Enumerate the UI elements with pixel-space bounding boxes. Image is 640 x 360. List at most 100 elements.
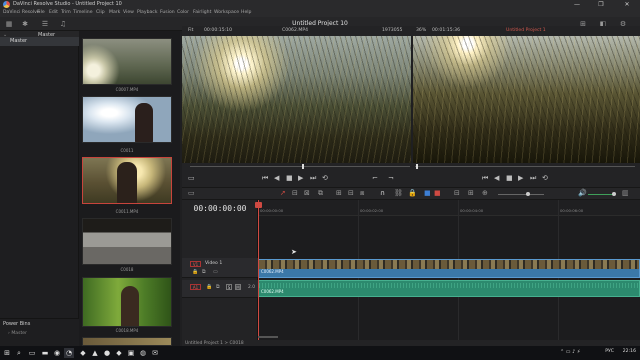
flag-icon[interactable]: ■ xyxy=(424,189,431,197)
clip-thumbnail[interactable] xyxy=(82,218,172,265)
solo-button[interactable]: S xyxy=(226,284,232,290)
play-reverse-icon[interactable]: ◀ xyxy=(274,174,279,182)
video-track-tag[interactable]: V1 xyxy=(190,261,201,267)
power-bins-item-master[interactable]: › Master xyxy=(8,331,27,336)
app-icon[interactable]: ◆ xyxy=(78,348,88,358)
skip-end-icon[interactable]: ⏭ xyxy=(310,174,316,183)
bin-item-master[interactable]: Master xyxy=(0,37,79,46)
video-track-name[interactable]: Video 1 xyxy=(205,261,222,266)
minimize-button[interactable]: — xyxy=(568,0,586,9)
timeline-name[interactable]: Untitled Project 1 xyxy=(506,26,546,36)
timeline-scrollbar[interactable] xyxy=(258,336,278,338)
custom-zoom-icon[interactable]: ⊕ xyxy=(482,189,488,197)
zoom-slider-knob[interactable] xyxy=(526,192,530,196)
insert-clip-icon[interactable]: ⊞ xyxy=(336,189,342,197)
video-clip[interactable]: C0062.MP4 xyxy=(258,259,640,278)
mark-out-icon[interactable]: ¬ xyxy=(388,174,394,182)
file-explorer-icon[interactable]: ▬ xyxy=(40,348,50,358)
dynamic-trim-icon[interactable]: ⊠ xyxy=(304,189,310,197)
loop-icon[interactable]: ⟲ xyxy=(322,174,328,182)
tl-loop-icon[interactable]: ⟲ xyxy=(542,174,548,182)
mark-in-icon[interactable]: ⌐ xyxy=(372,174,378,182)
clip-thumbnail-selected[interactable] xyxy=(82,157,172,204)
task-view-icon[interactable]: ▭ xyxy=(27,348,37,358)
app-icon[interactable]: ▣ xyxy=(126,348,136,358)
lock-icon[interactable]: 🔒 xyxy=(192,269,198,275)
mute-button[interactable]: M xyxy=(235,284,241,290)
snapping-icon[interactable]: ∩ xyxy=(380,189,385,197)
overwrite-clip-icon[interactable]: ⊟ xyxy=(348,189,354,197)
tl-skip-start-icon[interactable]: ⏮ xyxy=(482,174,488,183)
menu-fairlight[interactable]: Fairlight xyxy=(193,9,211,17)
menu-view[interactable]: View xyxy=(123,9,134,17)
volume-knob[interactable] xyxy=(612,192,616,196)
marker-icon[interactable]: ■ xyxy=(434,189,441,197)
app-icon[interactable]: ● xyxy=(102,348,112,358)
app-icon[interactable]: ✉ xyxy=(150,348,160,358)
effects-icon[interactable]: ✱ xyxy=(20,19,30,29)
playhead-handle[interactable] xyxy=(255,202,262,208)
menu-timeline[interactable]: Timeline xyxy=(73,9,93,17)
menu-workspace[interactable]: Workspace xyxy=(214,9,239,17)
source-playhead[interactable] xyxy=(302,164,304,169)
source-clip-name[interactable]: C0062.MP4 xyxy=(282,26,308,36)
zoom-left[interactable]: Fit xyxy=(188,26,193,36)
windows-start-icon[interactable]: ⊞ xyxy=(2,348,12,358)
timeline-ruler[interactable]: 00:00:00:00 00:00:02:00 00:00:04:00 00:0… xyxy=(258,200,640,216)
volume-slider[interactable] xyxy=(588,194,614,195)
menu-mark[interactable]: Mark xyxy=(109,9,120,17)
menu-help[interactable]: Help xyxy=(241,9,251,17)
audio-track-tag[interactable]: A1 xyxy=(190,284,201,290)
timeline-viewer[interactable] xyxy=(413,36,640,163)
full-extent-zoom-icon[interactable]: ⊟ xyxy=(454,189,460,197)
auto-select-icon[interactable]: ⧉ xyxy=(216,284,220,290)
timeline-playhead[interactable] xyxy=(255,200,262,340)
monitor-icon[interactable]: ▭ xyxy=(213,269,218,275)
timeline-playhead-mini[interactable] xyxy=(416,164,418,169)
menu-color[interactable]: Color xyxy=(177,9,189,17)
zoom-slider[interactable] xyxy=(498,194,544,195)
position-lock-icon[interactable]: 🔒 xyxy=(408,189,417,197)
search-icon[interactable]: ⌕ xyxy=(14,348,24,358)
davinci-taskbar-icon[interactable]: ◔ xyxy=(64,348,74,358)
source-scrubber[interactable] xyxy=(190,166,410,167)
detail-zoom-icon[interactable]: ⊞ xyxy=(468,189,474,197)
tl-skip-end-icon[interactable]: ⏭ xyxy=(530,174,536,183)
audio-clip[interactable]: C0062.MP4 xyxy=(258,280,640,297)
app-icon[interactable]: ◆ xyxy=(114,348,124,358)
video-track-header[interactable]: V1 Video 1 🔒 ⧉ ▭ xyxy=(182,258,258,278)
clip-thumbnail[interactable] xyxy=(82,96,172,143)
clip-view-icon[interactable]: ▭ xyxy=(188,174,195,182)
menu-clip[interactable]: Clip xyxy=(96,9,105,17)
lock-icon[interactable]: 🔒 xyxy=(206,284,212,290)
timeline-view-icon[interactable]: ▭ xyxy=(188,189,195,197)
audio-meter-icon[interactable]: ▥ xyxy=(622,189,629,197)
linked-selection-icon[interactable]: ⛓ xyxy=(394,189,403,197)
clip-thumbnail[interactable] xyxy=(82,277,172,327)
clock[interactable]: 22:16 xyxy=(623,349,636,354)
clip-thumbnail[interactable] xyxy=(82,337,172,346)
speaker-icon[interactable]: 🔊 xyxy=(578,189,587,197)
tl-play-reverse-icon[interactable]: ◀ xyxy=(494,174,499,182)
audio-track-header[interactable]: A1 🔒 ⧉ S M 2.0 xyxy=(182,280,258,298)
language-indicator[interactable]: РУС xyxy=(605,349,614,354)
sound-library-icon[interactable]: ♫ xyxy=(58,19,68,29)
app-icon[interactable]: ▲ xyxy=(90,348,100,358)
maximize-button[interactable]: ❐ xyxy=(592,0,610,9)
edit-index-icon[interactable]: ☰ xyxy=(40,19,50,29)
replace-clip-icon[interactable]: ⧈ xyxy=(360,189,364,198)
menu-fusion[interactable]: Fusion xyxy=(160,9,175,17)
app-icon[interactable]: ◍ xyxy=(138,348,148,358)
zoom-right[interactable]: 36% xyxy=(416,26,426,36)
stop-icon[interactable]: ■ xyxy=(286,174,293,182)
blade-tool-icon[interactable]: ⧉ xyxy=(318,189,323,198)
trim-tool-icon[interactable]: ⊟ xyxy=(292,189,298,197)
skip-start-icon[interactable]: ⏮ xyxy=(262,174,268,183)
tl-play-icon[interactable]: ▶ xyxy=(518,174,523,182)
auto-select-icon[interactable]: ⧉ xyxy=(202,269,206,275)
timeline-scrubber[interactable] xyxy=(415,166,635,167)
play-icon[interactable]: ▶ xyxy=(298,174,303,182)
selection-tool-icon[interactable]: ➚ xyxy=(280,189,286,197)
menu-trim[interactable]: Trim xyxy=(61,9,71,17)
tray-icons[interactable]: ⌃ ▭ ♪ ⚡ xyxy=(560,349,580,355)
